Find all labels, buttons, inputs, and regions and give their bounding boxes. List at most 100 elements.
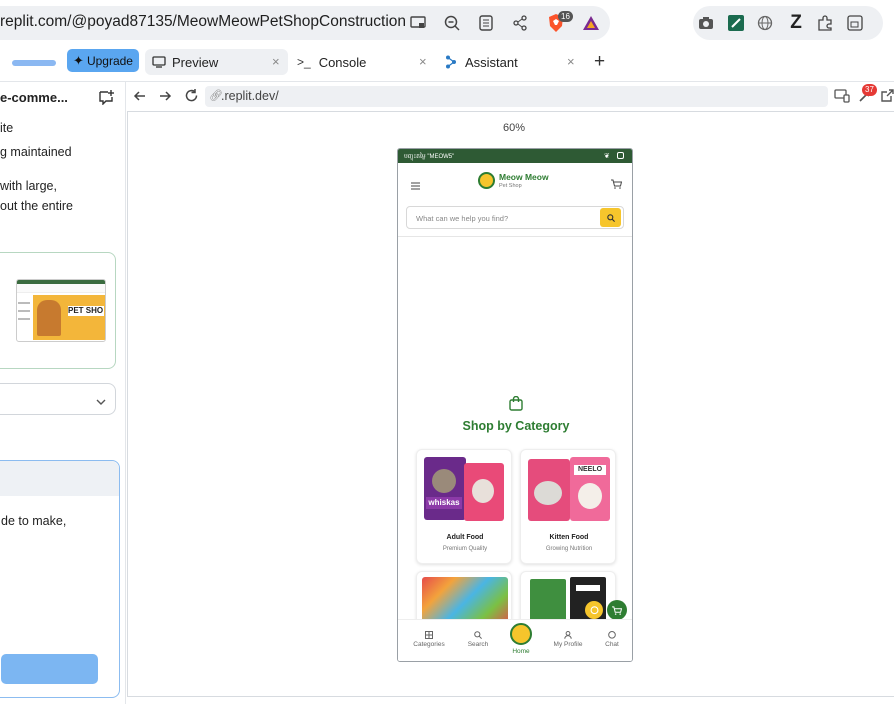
message-line-3: with large, bbox=[0, 179, 57, 193]
camera-icon[interactable] bbox=[697, 14, 715, 32]
grid-icon bbox=[425, 631, 433, 639]
search-placeholder: What can we help you find? bbox=[416, 214, 509, 223]
nav-label: Chat bbox=[605, 641, 619, 648]
tab-console-label: Console bbox=[318, 54, 367, 70]
nav-label: Search bbox=[467, 641, 489, 648]
brand-subtitle: Pet Shop bbox=[499, 183, 522, 189]
preview-url-bar[interactable]: 🔗︎ .replit.dev/ bbox=[205, 86, 828, 107]
cart-icon bbox=[612, 605, 622, 615]
support-chat-fab[interactable] bbox=[585, 601, 603, 619]
screenshot-card[interactable]: PET SHO bbox=[0, 252, 116, 369]
monitor-icon bbox=[152, 56, 166, 68]
search-button[interactable] bbox=[600, 208, 621, 227]
category-subtitle: Growing Nutrition bbox=[545, 546, 593, 552]
chat-bubble-icon bbox=[590, 605, 598, 614]
product-search-input[interactable]: What can we help you find? bbox=[406, 206, 624, 229]
nav-home[interactable]: Home bbox=[501, 622, 541, 661]
nav-label: My Profile bbox=[553, 641, 583, 648]
tab-assistant-label: Assistant bbox=[465, 54, 518, 70]
mobile-preview: បញ្ចុះតម្លៃ "MEOW5" ❦ Meow Meow Pet Shop… bbox=[397, 148, 633, 662]
reader-mode-icon[interactable] bbox=[477, 14, 495, 32]
zoom-level: 60% bbox=[503, 122, 526, 134]
terminal-icon: >_ bbox=[297, 55, 311, 69]
nav-search[interactable]: Search bbox=[458, 629, 498, 659]
reload-icon[interactable] bbox=[184, 88, 199, 108]
brand-logo[interactable] bbox=[478, 172, 495, 189]
message-line-1: ite bbox=[0, 121, 14, 135]
assistant-icon bbox=[446, 55, 456, 69]
category-card-kitten-food[interactable]: NEELO Kitten Food Growing Nutrition bbox=[520, 449, 616, 564]
sparkle-icon: ✦ bbox=[73, 52, 84, 68]
category-subtitle: Premium Quality bbox=[442, 546, 488, 552]
tab-preview-label: Preview bbox=[172, 54, 219, 70]
zoom-out-icon[interactable] bbox=[443, 14, 461, 32]
header-divider bbox=[398, 236, 632, 237]
message-line-2: g maintained bbox=[0, 145, 72, 159]
send-button[interactable] bbox=[1, 654, 98, 684]
brave-rewards-icon[interactable] bbox=[582, 14, 600, 32]
category-title: Kitten Food bbox=[549, 534, 589, 541]
extensions-bar: Z bbox=[693, 6, 883, 40]
brand-name[interactable]: Meow Meow bbox=[499, 172, 549, 182]
adult-food-image: whiskas bbox=[422, 455, 508, 523]
hamburger-menu-icon[interactable] bbox=[411, 177, 420, 195]
bottom-nav: Categories Search Home My Profile Chat bbox=[398, 619, 632, 661]
tab-assistant[interactable]: Assistant bbox=[445, 49, 585, 75]
share-icon[interactable] bbox=[511, 14, 529, 32]
nav-chat[interactable]: Chat bbox=[592, 629, 632, 659]
open-external-icon[interactable] bbox=[881, 89, 894, 107]
nav-profile[interactable]: My Profile bbox=[548, 629, 588, 659]
preview-url[interactable]: .replit.dev/ bbox=[221, 89, 279, 103]
close-preview-tab-icon[interactable]: × bbox=[272, 54, 280, 69]
leaf-icon: ❦ bbox=[604, 153, 610, 160]
close-assistant-tab-icon[interactable]: × bbox=[567, 54, 575, 69]
category-card-adult-food[interactable]: whiskas Adult Food Premium Quality bbox=[416, 449, 512, 564]
category-title: Adult Food bbox=[446, 534, 484, 541]
tab-preview[interactable]: Preview bbox=[145, 49, 288, 75]
search-icon bbox=[474, 631, 482, 639]
address-url[interactable]: replit.com/@poyad87135/MeowMeowPetShopCo… bbox=[0, 13, 406, 31]
instagram-icon bbox=[617, 152, 624, 159]
devtools-badge: 37 bbox=[862, 84, 877, 96]
composer-text[interactable]: de to make, bbox=[1, 514, 66, 528]
upgrade-button[interactable]: ✦ Upgrade bbox=[67, 49, 139, 72]
pen-extension-icon[interactable] bbox=[727, 14, 745, 32]
project-title: e-comme... bbox=[0, 90, 68, 105]
nav-categories[interactable]: Categories bbox=[409, 629, 449, 659]
message-line-4: out the entire bbox=[0, 199, 73, 213]
kitten-food-image: NEELO bbox=[526, 455, 612, 523]
sidepanel-icon[interactable] bbox=[846, 14, 864, 32]
search-icon bbox=[606, 213, 615, 222]
new-chat-icon[interactable] bbox=[98, 90, 114, 110]
puzzle-extensions-icon[interactable] bbox=[816, 14, 834, 32]
new-tab-icon[interactable]: + bbox=[594, 51, 605, 73]
home-logo-icon bbox=[510, 623, 532, 645]
back-icon[interactable] bbox=[133, 89, 147, 108]
z-extension-icon[interactable]: Z bbox=[787, 12, 805, 34]
brave-badge: 16 bbox=[558, 11, 573, 22]
shopping-bag-icon bbox=[509, 395, 523, 416]
forward-icon[interactable] bbox=[158, 89, 172, 108]
responsive-toggle-icon[interactable] bbox=[834, 89, 850, 108]
cast-icon[interactable] bbox=[409, 14, 427, 32]
cart-fab[interactable] bbox=[607, 600, 627, 620]
cart-icon[interactable] bbox=[611, 176, 623, 194]
chat-composer: de to make, bbox=[0, 460, 120, 698]
chat-icon bbox=[608, 631, 616, 639]
section-title: Shop by Category bbox=[462, 419, 570, 433]
promo-topbar: បញ្ចុះតម្លៃ "MEOW5" ❦ bbox=[398, 149, 632, 163]
model-select[interactable] bbox=[0, 383, 116, 415]
globe-icon[interactable] bbox=[756, 14, 774, 32]
close-console-tab-icon[interactable]: × bbox=[419, 54, 427, 69]
screenshot-thumbnail[interactable]: PET SHO bbox=[16, 279, 106, 342]
promo-text: បញ្ចុះតម្លៃ "MEOW5" bbox=[404, 153, 455, 160]
address-bar[interactable]: replit.com/@poyad87135/MeowMeowPetShopCo… bbox=[0, 6, 610, 40]
user-icon bbox=[564, 631, 572, 639]
composer-header bbox=[0, 461, 119, 496]
nav-label: Home bbox=[512, 648, 530, 655]
tab-console[interactable]: >_ Console bbox=[297, 49, 437, 75]
upgrade-label: Upgrade bbox=[86, 53, 133, 68]
chevron-down-icon bbox=[96, 393, 106, 411]
progress-pill bbox=[12, 60, 56, 66]
nav-label: Categories bbox=[413, 641, 445, 648]
